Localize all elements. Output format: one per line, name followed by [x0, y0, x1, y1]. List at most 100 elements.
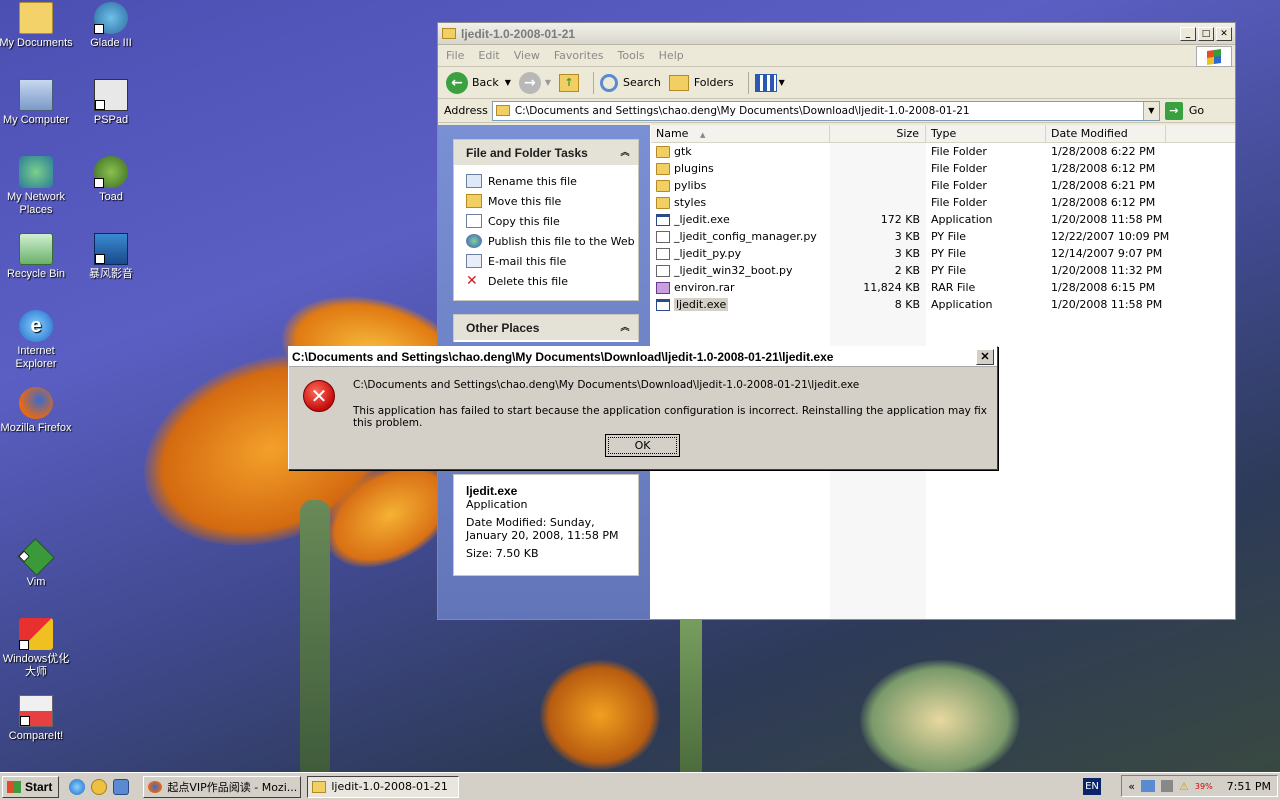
file-row[interactable]: styles File Folder 1/28/2008 6:12 PM [651, 194, 1235, 211]
file-row[interactable]: gtk File Folder 1/28/2008 6:22 PM [651, 143, 1235, 160]
file-date: 1/28/2008 6:12 PM [1051, 196, 1156, 209]
system-tray: « ⚠ 39% 7:51 PM [1121, 775, 1278, 797]
folders-button[interactable]: Folders [668, 74, 734, 91]
dialog-titlebar[interactable]: C:\Documents and Settings\chao.deng\My D… [289, 347, 997, 367]
maximize-button[interactable]: □ [1198, 26, 1214, 41]
ie-quicklaunch-icon[interactable] [69, 778, 86, 795]
menu-file[interactable]: File [446, 49, 464, 62]
file-type: Application [931, 298, 993, 311]
forward-button[interactable]: → ▼ [518, 71, 551, 94]
start-button[interactable]: Start [2, 775, 60, 798]
up-folder-button[interactable]: ↑ [559, 73, 580, 92]
search-button[interactable]: Search [600, 73, 661, 92]
task-move[interactable]: Move this file [454, 191, 638, 211]
address-label: Address [444, 104, 488, 117]
desktop-icon-glade[interactable]: Glade III [73, 2, 149, 50]
taskbar-firefox-button[interactable]: 起点VIP作品阅读 - Mozi... [143, 775, 302, 798]
rar-archive-icon [656, 281, 670, 294]
back-arrow-icon: ← [446, 71, 468, 94]
python-file-icon [656, 264, 670, 277]
desktop-icon-recycle-bin[interactable]: Recycle Bin [0, 233, 74, 281]
battery-level[interactable]: 39% [1195, 782, 1213, 791]
file-row[interactable]: _ljedit_py.py 3 KB PY File 12/14/2007 9:07 … [651, 245, 1235, 262]
file-row[interactable]: environ.rar 11,824 KB RAR File 1/28/2008 6:… [651, 279, 1235, 296]
column-type[interactable]: Type [926, 125, 1046, 142]
address-input[interactable]: C:\Documents and Settings\chao.deng\My D… [491, 100, 1160, 121]
file-row[interactable]: _ljedit_win32_boot.py 2 KB PY File 1/20/200… [651, 262, 1235, 279]
menu-view[interactable]: View [514, 49, 540, 62]
desktop-icon-firefox[interactable]: Mozilla Firefox [0, 387, 74, 435]
desktop-icon-label: Toad [99, 191, 123, 203]
desktop-icon-vim[interactable]: Vim [0, 538, 74, 589]
file-type: File Folder [931, 162, 987, 175]
error-icon: ✕ [303, 380, 335, 412]
file-type: RAR File [931, 281, 976, 294]
language-indicator[interactable]: EN [1083, 778, 1101, 795]
menu-tools[interactable]: Tools [618, 49, 645, 62]
ok-button[interactable]: OK [605, 434, 680, 457]
clock-quicklaunch-icon[interactable] [91, 778, 108, 795]
menu-edit[interactable]: Edit [478, 49, 499, 62]
desktop-icon-compareit[interactable]: CompareIt! [0, 695, 74, 743]
file-size: 3 KB [894, 247, 920, 260]
file-row[interactable]: pylibs File Folder 1/28/2008 6:21 PM [651, 177, 1235, 194]
address-dropdown[interactable]: ▼ [1142, 101, 1159, 120]
menu-favorites[interactable]: Favorites [554, 49, 604, 62]
desktop-icon-my-documents[interactable]: My Documents [0, 2, 74, 50]
file-date: 1/28/2008 6:22 PM [1051, 145, 1156, 158]
file-row-selected[interactable]: ljedit.exe 8 KB Application 1/20/2008 11:58… [651, 296, 1235, 313]
collapse-icon[interactable]: ︽ [618, 146, 632, 160]
network-icon [19, 156, 53, 188]
file-name: styles [674, 196, 707, 209]
column-date[interactable]: Date Modified [1046, 125, 1166, 142]
collapse-icon[interactable]: ︽ [618, 321, 632, 335]
volume-tray-icon[interactable] [1161, 780, 1174, 792]
file-type: File Folder [931, 145, 987, 158]
clock[interactable]: 7:51 PM [1227, 780, 1271, 793]
desktop-icon-windows-optimizer[interactable]: Windows优化大师 [0, 618, 74, 679]
go-button[interactable]: → Go [1164, 101, 1204, 120]
column-size[interactable]: Size [830, 125, 926, 142]
panel-header[interactable]: File and Folder Tasks ︽ [454, 140, 638, 165]
close-button[interactable]: ✕ [1216, 26, 1232, 41]
dialog-message: This application has failed to start bec… [353, 405, 988, 429]
desktop-icon-my-computer[interactable]: My Computer [0, 79, 74, 127]
minimize-button[interactable]: _ [1180, 26, 1196, 41]
task-rename[interactable]: Rename this file [454, 171, 638, 191]
desktop-icon-network-places[interactable]: My Network Places [0, 156, 74, 217]
file-date: 1/20/2008 11:58 PM [1051, 213, 1163, 226]
task-copy[interactable]: Copy this file [454, 211, 638, 231]
column-name[interactable]: Name ▲ [651, 125, 830, 142]
back-label: Back [472, 76, 499, 89]
globe-icon [466, 234, 482, 248]
desktop-icon-storm-player[interactable]: 暴风影音 [73, 233, 149, 281]
file-size: 3 KB [894, 230, 920, 243]
network-tray-icon[interactable] [1141, 780, 1156, 792]
error-dialog[interactable]: C:\Documents and Settings\chao.deng\My D… [288, 346, 998, 470]
desktop-icon-label: My Computer [2, 114, 70, 126]
file-row[interactable]: _ljedit.exe 172 KB Application 1/20/2008 11… [651, 211, 1235, 228]
file-row[interactable]: plugins File Folder 1/28/2008 6:12 PM [651, 160, 1235, 177]
desktop-icon-label: My Network Places [6, 191, 66, 216]
panel-header[interactable]: Other Places ︽ [454, 315, 638, 340]
menu-help[interactable]: Help [659, 49, 684, 62]
task-email[interactable]: E-mail this file [454, 251, 638, 271]
folder-icon [19, 2, 53, 34]
back-button[interactable]: ← Back ▼ [446, 71, 511, 94]
tray-expand-icon[interactable]: « [1128, 780, 1135, 793]
explorer-window[interactable]: ljedit-1.0-2008-01-21 _ □ ✕ File Edit Vi… [437, 22, 1236, 620]
app-quicklaunch-icon[interactable] [113, 778, 130, 795]
dialog-close-button[interactable]: ✕ [976, 348, 994, 365]
window-titlebar[interactable]: ljedit-1.0-2008-01-21 _ □ ✕ [438, 23, 1235, 45]
task-publish[interactable]: Publish this file to the Web [454, 231, 638, 251]
file-row[interactable]: _ljedit_config_manager.py 3 KB PY File 12/2… [651, 228, 1235, 245]
desktop-icon-internet-explorer[interactable]: e Internet Explorer [0, 310, 74, 371]
taskbar-explorer-button[interactable]: ljedit-1.0-2008-01-21 [307, 775, 460, 798]
folders-icon [668, 74, 689, 91]
sort-ascending-icon: ▲ [699, 131, 706, 139]
desktop-icon-toad[interactable]: Toad [73, 156, 149, 204]
warning-tray-icon[interactable]: ⚠ [1179, 780, 1189, 793]
views-button[interactable]: ▼ [754, 73, 785, 92]
desktop-icon-pspad[interactable]: PSPad [73, 79, 149, 127]
task-delete[interactable]: ✕ Delete this file [454, 271, 638, 291]
